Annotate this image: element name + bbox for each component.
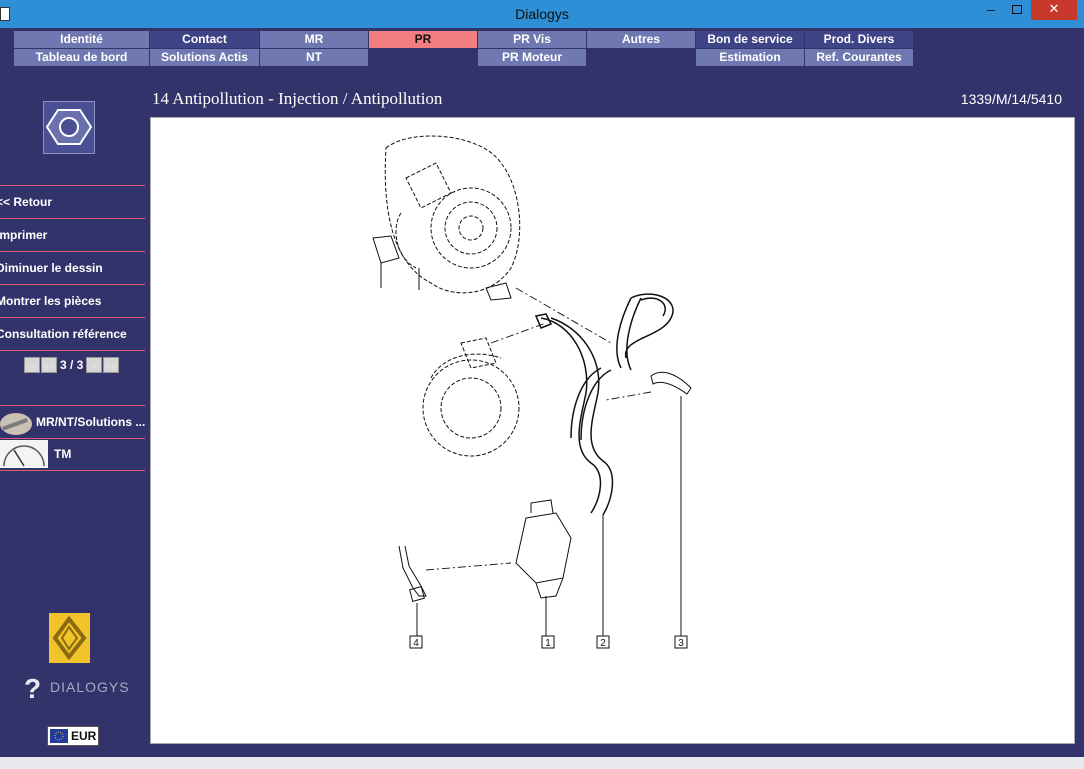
turbocharger-part (384, 135, 521, 294)
link-mr-nt-solutions[interactable]: MR/NT/Solutions ... (0, 405, 145, 439)
page-navigator: << << 3 / 3 > >> (24, 357, 120, 373)
solenoid-valve-part (515, 499, 572, 638)
dialogys-question-icon: ? (24, 673, 42, 704)
page-title: 14 Antipollution - Injection / Antipollu… (152, 89, 443, 108)
first-page-button[interactable]: << (24, 357, 40, 373)
prev-page-button[interactable]: << (41, 357, 57, 373)
hose-assembly (534, 293, 674, 516)
link-label: MR/NT/Solutions ... (36, 415, 145, 429)
renault-diamond-icon (52, 615, 87, 661)
tab-contact[interactable]: Contact (150, 31, 259, 48)
sidebar-item-imprimer[interactable]: Imprimer (0, 219, 145, 252)
sidebar-item-diminuer[interactable]: Diminuer le dessin (0, 252, 145, 285)
sidebar-item-consultation[interactable]: Consultation référence (0, 318, 145, 351)
tab-prod-divers[interactable]: Prod. Divers (805, 31, 913, 48)
tab-pr-moteur[interactable]: PR Moteur (478, 49, 586, 66)
window-title: Dialogys (515, 6, 569, 22)
page-indicator: 3 / 3 (60, 358, 84, 372)
tab-mr[interactable]: MR (260, 31, 368, 48)
callout-3: 3 (678, 638, 684, 649)
tab-pr-vis[interactable]: PR Vis (478, 31, 586, 48)
nut-home-button[interactable] (43, 101, 95, 154)
callout-2: 2 (600, 638, 606, 649)
sidebar-item-retour[interactable]: << Retour (0, 186, 145, 219)
vacuum-pump-part (422, 337, 520, 457)
renault-logo (49, 613, 90, 663)
tab-tableau-de-bord[interactable]: Tableau de bord (14, 49, 149, 66)
parts-drawing[interactable]: 4 1 2 3 (150, 117, 1075, 744)
tab-empty-2 (587, 49, 695, 66)
sidebar-item-montrer-pieces[interactable]: Montrer les pièces (0, 285, 145, 318)
fitting-part (650, 371, 692, 636)
callout-labels: 4 1 2 3 (409, 635, 688, 649)
brand-wordmark: DIALOGYS (50, 679, 130, 695)
callout-1: 1 (545, 638, 551, 649)
eu-flag-icon (50, 729, 68, 743)
callout-4: 4 (413, 638, 419, 649)
bottom-strip (0, 757, 1084, 769)
maximize-icon (1012, 5, 1022, 14)
gauge-icon (0, 440, 48, 468)
sidebar-item-label: Montrer les pièces (0, 294, 102, 308)
tab-identite[interactable]: Identité (14, 31, 149, 48)
wrench-icon (0, 413, 32, 435)
tab-empty-1 (369, 49, 477, 66)
tab-bon-de-service[interactable]: Bon de service (696, 31, 804, 48)
tab-nt[interactable]: NT (260, 49, 368, 66)
sidebar-item-label: << Retour (0, 195, 53, 209)
tab-pr[interactable]: PR (369, 31, 477, 48)
close-button[interactable]: ✕ (1031, 0, 1077, 20)
currency-label: EUR (71, 729, 97, 743)
sidebar-item-label: Diminuer le dessin (0, 261, 103, 275)
title-bar: Dialogys – ✕ (0, 0, 1084, 28)
tab-solutions-actis[interactable]: Solutions Actis (150, 49, 259, 66)
hex-nut-icon (45, 109, 93, 145)
sidebar-item-label: Imprimer (0, 228, 48, 242)
bracket-part (398, 545, 427, 636)
minimize-button[interactable]: – (978, 0, 1004, 20)
maximize-button[interactable] (1004, 0, 1030, 20)
tab-estimation[interactable]: Estimation (696, 49, 804, 66)
currency-button[interactable]: EUR (47, 726, 99, 746)
tab-autres[interactable]: Autres (587, 31, 695, 48)
last-page-button[interactable]: >> (103, 357, 120, 373)
tab-ref-courantes[interactable]: Ref. Courantes (805, 49, 913, 66)
next-page-button[interactable]: > (86, 357, 103, 373)
link-tm[interactable]: TM (0, 438, 145, 471)
antipollution-diagram: 4 1 2 3 (372, 135, 692, 649)
sidebar-item-label: Consultation référence (0, 327, 127, 341)
reference-code: 1339/M/14/5410 (960, 91, 1062, 107)
link-label: TM (54, 447, 72, 461)
